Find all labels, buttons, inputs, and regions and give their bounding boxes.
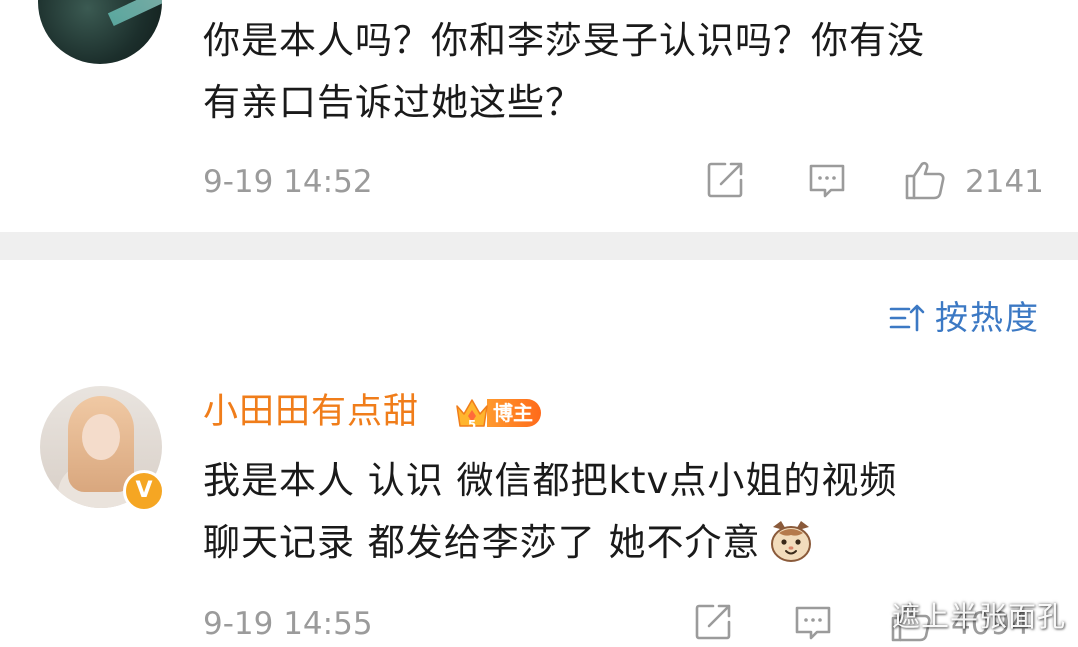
cat-emoji-icon	[767, 517, 815, 565]
share-button[interactable]	[703, 158, 747, 202]
comment-text-line: 聊天记录 都发给李莎了 她不介意	[203, 512, 1053, 574]
comment-text-line: 有亲口告诉过她这些？	[203, 81, 583, 124]
comment-icon	[795, 606, 831, 640]
like-count: 2141	[965, 164, 1044, 200]
comment-icon	[809, 164, 845, 198]
avatar-figure	[82, 414, 120, 460]
blogger-badge[interactable]: 5 博主	[453, 394, 541, 432]
username[interactable]: 小田田有点甜	[203, 388, 419, 436]
watermark: 遮上半张面孔	[891, 600, 1066, 633]
comment-text-line: 你是本人吗？你和李莎旻子认识吗？你有没	[203, 19, 925, 62]
comment-text-line: 我是本人 认识 微信都把ktv点小姐的视频	[203, 459, 898, 502]
crown-icon: 5	[453, 394, 491, 432]
sort-label: 按热度	[935, 298, 1040, 337]
avatar-decoration	[107, 0, 162, 27]
reply-button[interactable]	[805, 158, 849, 202]
sort-icon	[889, 304, 925, 332]
comment-text-segment: 聊天记录 都发给李莎了 她不介意	[203, 521, 761, 564]
like-button[interactable]	[903, 158, 947, 202]
share-icon	[695, 604, 731, 640]
comment-timestamp: 9-19 14:55	[203, 606, 373, 642]
badge-level: 5	[468, 418, 476, 432]
share-button[interactable]	[691, 600, 735, 644]
comment-timestamp: 9-19 14:52	[203, 164, 373, 200]
verified-badge-icon: V	[123, 470, 165, 512]
section-divider	[0, 232, 1078, 260]
comment-item: 你是本人吗？你和李莎旻子认识吗？你有没 有亲口告诉过她这些？ 9-19 14:5…	[0, 0, 1078, 232]
avatar[interactable]	[38, 0, 162, 64]
comment-text: 我是本人 认识 微信都把ktv点小姐的视频 聊天记录 都发给李莎了 她不介意	[203, 450, 1053, 574]
thumbs-up-icon	[905, 161, 945, 200]
badge-label: 博主	[487, 399, 541, 427]
sort-by-hot-button[interactable]: 按热度	[889, 296, 1040, 340]
comment-text: 你是本人吗？你和李莎旻子认识吗？你有没 有亲口告诉过她这些？	[203, 10, 1053, 134]
comment-meta: 9-19 14:52 2141	[203, 158, 1044, 202]
share-icon	[707, 162, 743, 198]
reply-button[interactable]	[791, 600, 835, 644]
